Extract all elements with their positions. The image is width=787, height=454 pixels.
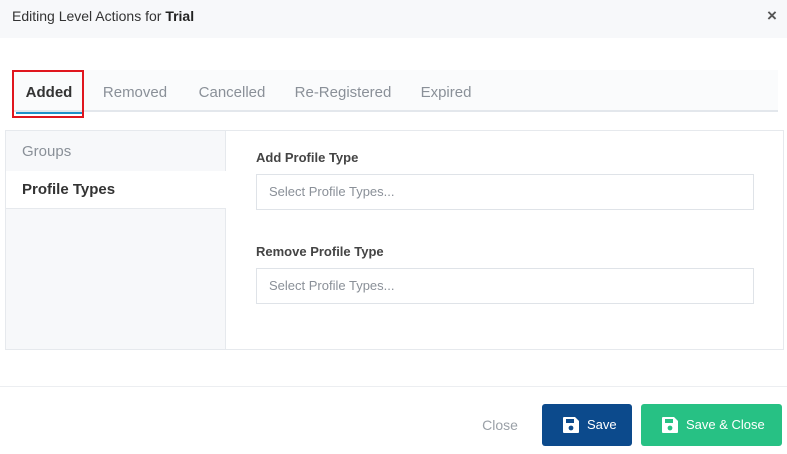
- add-profile-type-label: Add Profile Type: [256, 150, 359, 165]
- tab-cancelled[interactable]: Cancelled: [194, 70, 270, 112]
- modal-footer: Close Save Save & Close: [0, 386, 787, 454]
- floppy-disk-icon: [662, 417, 678, 433]
- save-label: Save: [587, 417, 617, 432]
- title-entity: Trial: [165, 8, 195, 24]
- save-button[interactable]: Save: [542, 404, 632, 446]
- content-panel: Groups Profile Types Add Profile Type Se…: [5, 130, 784, 350]
- sidebar-item-groups[interactable]: Groups: [6, 133, 226, 171]
- save-and-close-button[interactable]: Save & Close: [641, 404, 782, 446]
- remove-profile-type-select[interactable]: Select Profile Types...: [256, 268, 754, 304]
- floppy-disk-icon: [563, 417, 579, 433]
- level-actions-modal: Editing Level Actions for Trial × Added …: [0, 0, 787, 454]
- title-prefix: Editing Level Actions for: [12, 8, 166, 24]
- close-icon[interactable]: ×: [765, 7, 779, 24]
- remove-profile-type-label: Remove Profile Type: [256, 244, 384, 259]
- sidebar-item-profile-types[interactable]: Profile Types: [6, 171, 226, 209]
- tab-re-registered[interactable]: Re-Registered: [292, 70, 394, 112]
- save-and-close-label: Save & Close: [686, 417, 765, 432]
- tab-expired[interactable]: Expired: [416, 70, 476, 112]
- add-profile-type-select[interactable]: Select Profile Types...: [256, 174, 754, 210]
- sidebar: Groups Profile Types: [6, 131, 226, 349]
- tab-removed[interactable]: Removed: [99, 70, 171, 112]
- modal-title: Editing Level Actions for Trial: [12, 8, 194, 24]
- modal-header: Editing Level Actions for Trial ×: [0, 0, 787, 38]
- close-button[interactable]: Close: [470, 404, 530, 446]
- tab-bar: Added Removed Cancelled Re-Registered Ex…: [12, 70, 778, 114]
- tab-added[interactable]: Added: [16, 70, 82, 114]
